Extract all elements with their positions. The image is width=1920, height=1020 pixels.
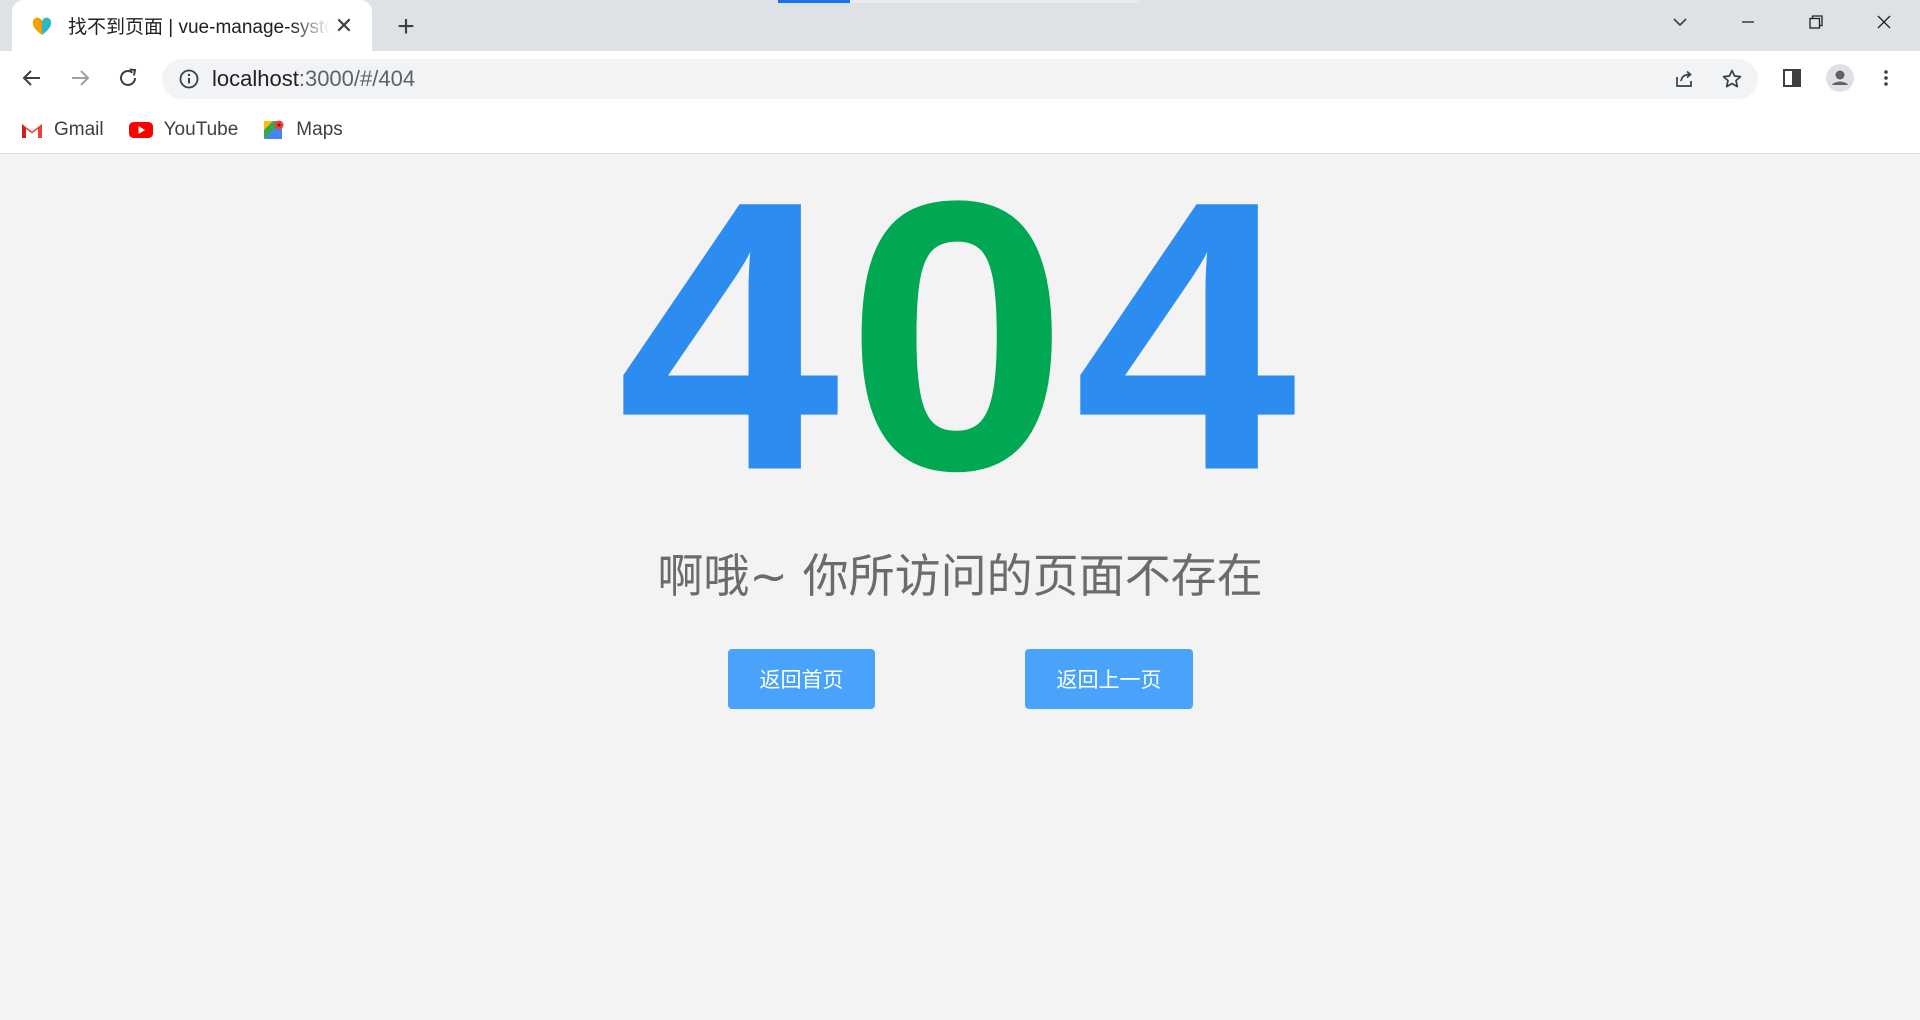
info-icon bbox=[179, 69, 199, 89]
not-found-page: 4 0 4 啊哦~ 你所访问的页面不存在 返回首页 返回上一页 bbox=[0, 144, 1920, 1020]
minimize-icon bbox=[1742, 21, 1754, 23]
avatar-icon bbox=[1826, 64, 1854, 92]
menu-button[interactable] bbox=[1866, 58, 1906, 98]
back-button[interactable] bbox=[12, 58, 52, 98]
reload-icon bbox=[120, 68, 137, 86]
tab-title: 找不到页面 | vue-manage-system bbox=[68, 17, 330, 38]
tab-strip: 找不到页面 | vue-manage-system ✕ + bbox=[0, 0, 1920, 51]
forward-button[interactable] bbox=[60, 58, 100, 98]
restore-button[interactable] bbox=[1784, 0, 1848, 44]
side-panel-icon bbox=[1783, 69, 1801, 87]
error-digit: 0 bbox=[845, 120, 1075, 551]
bookmark-star-button[interactable] bbox=[1712, 59, 1752, 99]
chevron-down-icon bbox=[1673, 18, 1687, 27]
active-tab[interactable]: 找不到页面 | vue-manage-system ✕ bbox=[12, 0, 372, 51]
url-text: localhost:3000/#/404 bbox=[212, 66, 415, 92]
star-icon bbox=[1722, 69, 1742, 88]
bookmark-label: Gmail bbox=[54, 118, 104, 140]
youtube-icon bbox=[128, 121, 153, 138]
address-bar[interactable]: localhost:3000/#/404 bbox=[162, 59, 1758, 99]
maps-icon bbox=[264, 120, 284, 139]
loading-track bbox=[850, 0, 1140, 3]
close-tab-icon[interactable]: ✕ bbox=[330, 12, 358, 40]
arrow-left-icon bbox=[22, 70, 40, 86]
url-path: :3000/#/404 bbox=[298, 66, 416, 91]
bookmark-label: Maps bbox=[296, 118, 343, 140]
site-favicon-icon bbox=[32, 17, 52, 35]
tab-search-button[interactable] bbox=[1648, 0, 1712, 44]
share-icon bbox=[1676, 70, 1692, 87]
more-vert-icon bbox=[1884, 70, 1888, 86]
gmail-icon bbox=[22, 123, 42, 138]
bookmark-youtube[interactable]: YouTube bbox=[128, 118, 239, 141]
go-back-button[interactable]: 返回上一页 bbox=[1025, 649, 1193, 709]
url-host: localhost bbox=[212, 66, 299, 91]
close-icon bbox=[1877, 15, 1891, 29]
side-panel-button[interactable] bbox=[1772, 58, 1812, 98]
error-message: 啊哦~ 你所访问的页面不存在 bbox=[657, 549, 1263, 603]
arrow-right-icon bbox=[72, 70, 90, 86]
minimize-button[interactable] bbox=[1716, 0, 1780, 44]
restore-icon bbox=[1809, 15, 1823, 29]
reload-button[interactable] bbox=[108, 58, 148, 98]
back-to-home-button[interactable]: 返回首页 bbox=[728, 649, 875, 709]
bookmark-label: YouTube bbox=[163, 118, 239, 140]
loading-indicator bbox=[778, 0, 850, 3]
bookmark-maps[interactable]: Maps bbox=[262, 118, 343, 142]
close-window-button[interactable] bbox=[1852, 0, 1916, 44]
new-tab-button[interactable]: + bbox=[390, 10, 422, 43]
browser-toolbar: localhost:3000/#/404 bbox=[0, 51, 1920, 106]
profile-button[interactable] bbox=[1820, 58, 1860, 98]
error-digit: 4 bbox=[1074, 120, 1303, 551]
share-button[interactable] bbox=[1664, 59, 1704, 99]
error-code: 4 0 4 bbox=[0, 144, 1920, 528]
error-digit: 4 bbox=[617, 120, 846, 551]
bookmark-gmail[interactable]: Gmail bbox=[20, 119, 104, 141]
